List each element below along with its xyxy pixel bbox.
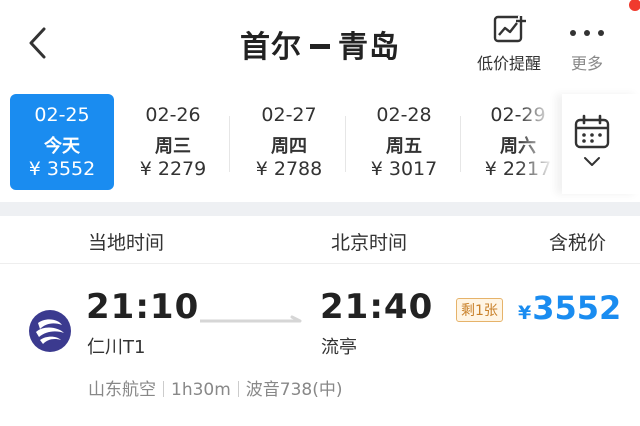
date-price: ¥ 3017 [370,158,438,180]
aircraft-type: 波音738(中) [245,380,343,400]
price-header: 含税价 [549,232,607,254]
meta-divider [237,381,239,397]
route-dash [310,44,330,49]
more-label: 更多 [570,54,603,73]
section-divider [0,202,640,216]
flight-meta: 山东航空 1h30m 波音738(中) [88,375,343,400]
date-label: 02-26 [145,104,201,126]
airline-logo [29,310,71,352]
local-time-header: 当地时间 [88,232,165,254]
date-tab-0[interactable]: 02-25 今天 ¥ 3552 [10,94,114,190]
route-arrow [200,315,302,323]
date-strip-fade [518,94,560,194]
date-divider [460,116,461,172]
more-button[interactable]: 更多 [562,14,612,74]
date-price: ¥ 3552 [28,158,96,180]
weekday-label: 周三 [155,136,191,157]
airline-name: 山东航空 [88,380,156,400]
date-tab-1[interactable]: 02-26 周三 ¥ 2279 [121,94,225,190]
price-value: 3552 [532,289,622,327]
calendar-button[interactable] [562,94,640,194]
price-alert-icon [493,15,526,43]
date-tab-3[interactable]: 02-28 周五 ¥ 3017 [352,94,456,190]
price-alert-button[interactable]: 低价提醒 [472,14,546,74]
departure-time: 21:10 [86,287,200,327]
more-dots-icon [570,30,604,36]
seats-left-badge: 剩1张 [456,298,503,322]
beijing-time-header: 北京时间 [331,232,408,254]
flight-row[interactable]: 21:10 仁川T1 21:40 流亭 剩1张 ¥3552 山东航空 1h30m 波… [0,265,640,426]
departure-airport: 仁川T1 [87,337,146,358]
date-label: 02-25 [34,104,90,126]
calendar-icon [574,114,610,149]
price-currency: ¥ [518,302,532,324]
date-label: 02-28 [376,104,432,126]
weekday-label: 周四 [271,136,307,157]
date-price: ¥ 2788 [255,158,323,180]
date-selector: 02-25 今天 ¥ 3552 02-26 周三 ¥ 2279 02-27 周四… [0,94,640,200]
column-headers: 当地时间 北京时间 含税价 [0,216,640,264]
destination-city: 青岛 [338,30,400,65]
price-alert-label: 低价提醒 [476,54,541,73]
flight-price: ¥3552 [518,289,621,327]
date-divider [229,116,230,172]
origin-city: 首尔 [240,30,302,65]
notification-dot [629,0,640,11]
weekday-label: 周五 [386,136,422,157]
date-tab-2[interactable]: 02-27 周四 ¥ 2788 [237,94,341,190]
meta-divider [163,381,164,397]
nav-header: 首尔 青岛 低价提醒 更多 [0,0,640,88]
arrival-time: 21:40 [320,287,434,327]
weekday-label: 今天 [44,136,80,157]
date-label: 02-27 [261,104,317,126]
date-price: ¥ 2279 [139,158,207,180]
arrival-airport: 流亭 [321,337,357,358]
chevron-down-icon [584,157,600,166]
date-divider [345,116,346,172]
flight-duration: 1h30m [171,380,231,400]
